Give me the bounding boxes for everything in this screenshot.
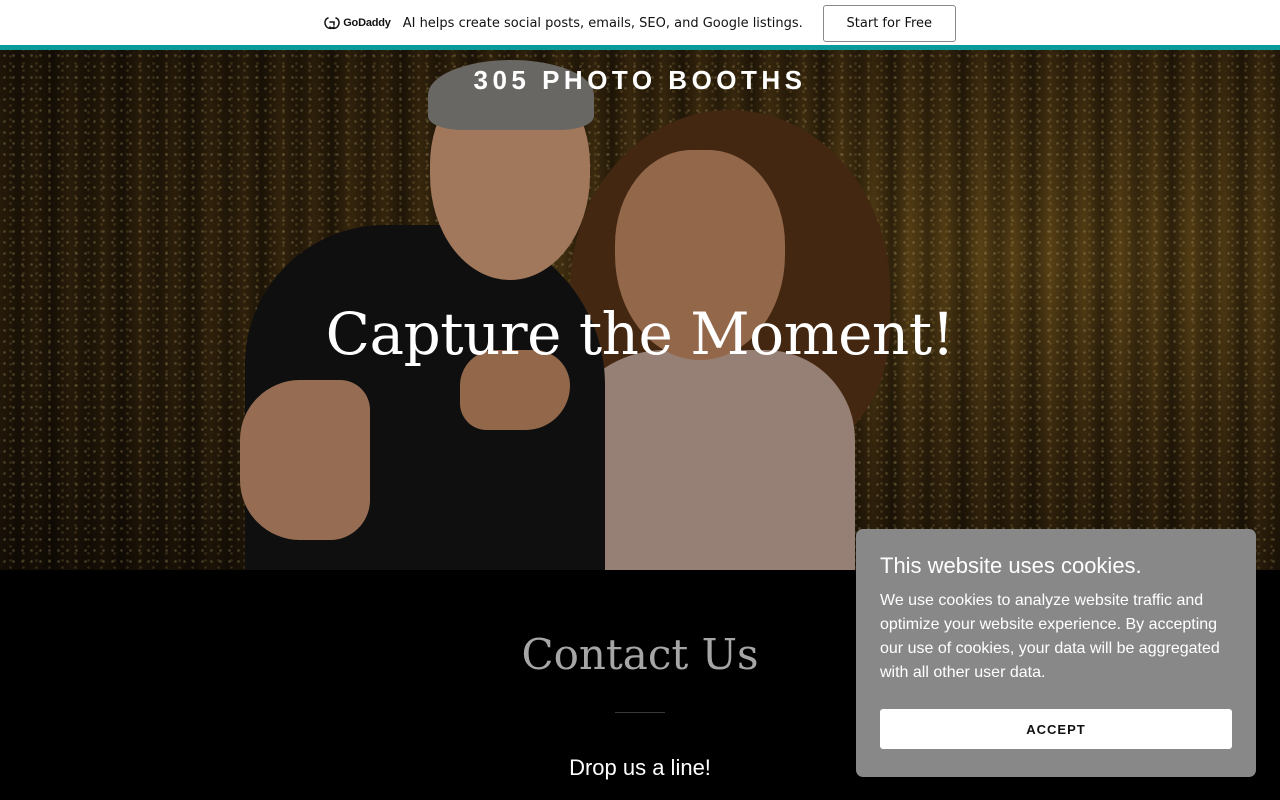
cookie-title: This website uses cookies. [880,553,1142,578]
promo-message: AI helps create social posts, emails, SE… [402,15,803,31]
contact-divider [615,712,665,713]
godaddy-logo-icon [324,17,340,30]
accept-cookies-button[interactable]: ACCEPT [880,709,1232,749]
godaddy-logo-text: GoDaddy [343,17,391,29]
start-for-free-button[interactable]: Start for Free [822,4,956,42]
cookie-message: We use cookies to analyze website traffi… [880,592,1220,681]
godaddy-logo[interactable]: GoDaddy [324,16,391,30]
promo-banner: GoDaddy AI helps create social posts, em… [0,0,1280,46]
site-title[interactable]: 305 PHOTO BOOTHS [0,65,1280,96]
cookie-banner: This website uses cookies. We use cookie… [856,529,1256,777]
hero-heading: Capture the Moment! [325,300,955,368]
